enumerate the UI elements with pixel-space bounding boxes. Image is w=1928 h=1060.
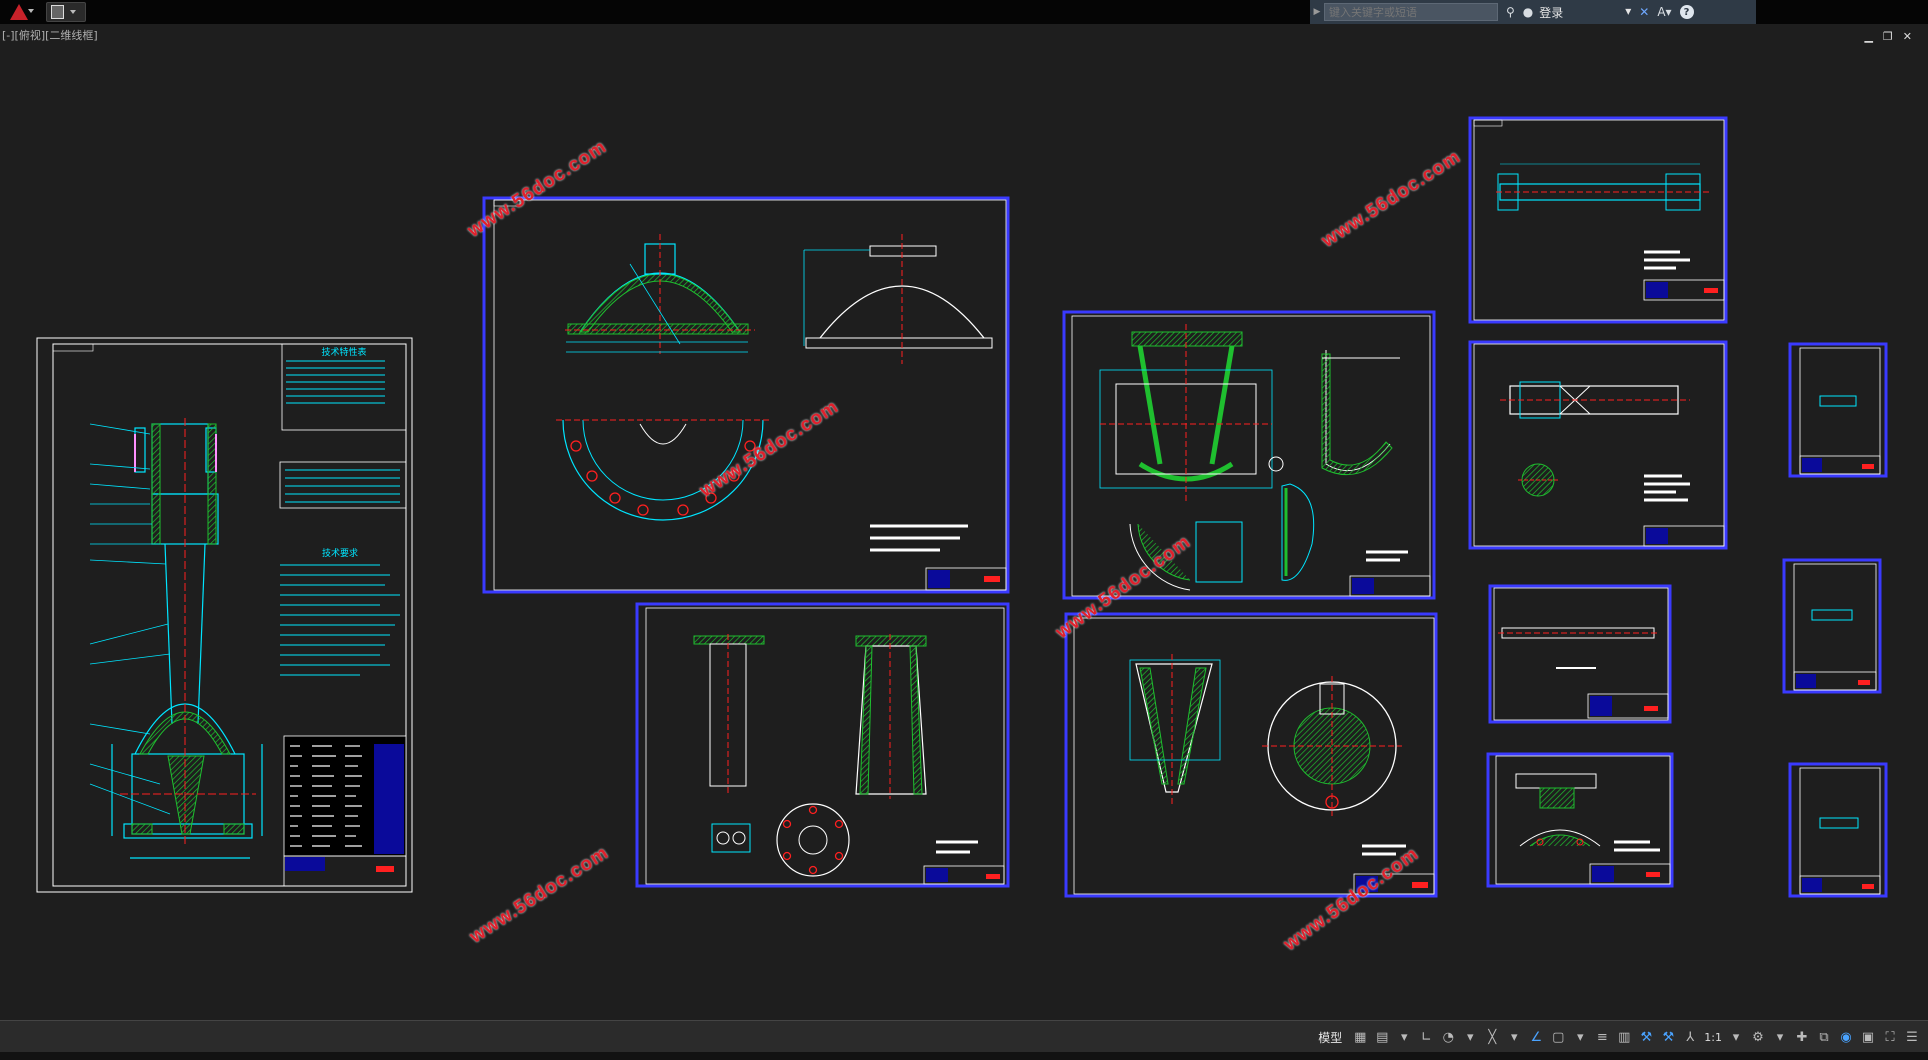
auto-scale-icon[interactable]: ⚒ — [1660, 1029, 1676, 1045]
chevron-down-icon: ▾ — [1625, 3, 1632, 18]
annotation-scale-value[interactable]: 1:1 — [1704, 1031, 1722, 1044]
clean-screen-icon[interactable]: ⛶ — [1882, 1029, 1898, 1045]
quick-access-toolbar[interactable] — [46, 2, 86, 22]
bottom-strip — [0, 1052, 1928, 1060]
sheet-small-1 — [1788, 342, 1888, 478]
annotation-monitor-icon[interactable]: ✚ — [1794, 1029, 1810, 1045]
sheet-shaft — [1468, 116, 1728, 324]
title-bar: ▶ ⚲ ● 登录 ▾ ✕ A▾ ? — [0, 0, 1928, 24]
annotation-visibility-icon[interactable]: ⚒ — [1638, 1029, 1654, 1045]
workspace-gear-icon[interactable]: ⚙ — [1750, 1029, 1766, 1045]
sheet-yoke — [1486, 752, 1674, 888]
login-label: 登录 — [1539, 5, 1564, 20]
drawing-canvas[interactable]: 技术特性表 技术要求 www.56doc.com www.56doc.com w… — [0, 24, 1928, 1020]
expand-arrow-icon[interactable]: ▶ — [1310, 0, 1324, 24]
model-space-button[interactable]: 模型 — [1314, 1029, 1346, 1046]
grid-icon[interactable]: ▦ — [1352, 1029, 1368, 1045]
polar-tracking-icon[interactable]: ◔ — [1440, 1029, 1456, 1045]
annotation-scale-icon[interactable]: ⅄ — [1682, 1029, 1698, 1045]
transparency-icon[interactable]: ▥ — [1616, 1029, 1632, 1045]
sheet-valve-body — [1062, 310, 1436, 600]
sheet-dome-cover — [482, 196, 1010, 594]
chevron-down-icon — [70, 10, 76, 14]
chevron-down-icon[interactable]: ▾ — [1572, 1029, 1588, 1045]
sheet-small-2 — [1782, 558, 1882, 694]
sheet-wedge-gate — [1064, 612, 1438, 898]
application-menu-button[interactable] — [0, 0, 38, 24]
binoculars-icon[interactable]: ⚲ — [1506, 5, 1515, 19]
customization-menu-icon[interactable]: ☰ — [1904, 1029, 1920, 1045]
help-icon[interactable]: ? — [1679, 5, 1694, 19]
app-store-icon[interactable]: A▾ — [1657, 5, 1671, 19]
login-dropdown[interactable]: 登录 ▾ — [1539, 4, 1631, 21]
object-snap-tracking-icon[interactable]: ∠ — [1528, 1029, 1544, 1045]
sheet-rod — [1488, 584, 1672, 724]
drawing-svg: 技术特性表 技术要求 — [36, 116, 1888, 898]
sheet-small-3 — [1788, 762, 1888, 898]
document-icon — [51, 5, 64, 19]
sheet-brackets — [635, 602, 1010, 888]
ortho-icon[interactable]: ∟ — [1418, 1029, 1434, 1045]
chevron-down-icon[interactable]: ▾ — [1506, 1029, 1522, 1045]
search-input[interactable] — [1324, 3, 1498, 21]
object-snap-icon[interactable]: ▢ — [1550, 1029, 1566, 1045]
autocad-logo-icon — [10, 4, 28, 20]
chevron-down-icon[interactable]: ▾ — [1728, 1029, 1744, 1045]
status-bar: 模型 ▦ ▤ ▾ ∟ ◔ ▾ ╳ ▾ ∠ ▢ ▾ ≡ ▥ ⚒ ⚒ ⅄ 1:1 ▾… — [0, 1020, 1928, 1053]
snap-grid-icon[interactable]: ▤ — [1374, 1029, 1390, 1045]
infocenter: ▶ ⚲ ● 登录 ▾ ✕ A▾ ? — [1310, 0, 1756, 24]
technical-requirements-title: 技术要求 — [322, 547, 358, 559]
user-icon: ● — [1522, 5, 1534, 19]
lineweight-icon[interactable]: ≡ — [1594, 1029, 1610, 1045]
sheet-assembly: 技术特性表 技术要求 — [36, 337, 413, 893]
sheet-stem — [1468, 340, 1728, 550]
chevron-down-icon[interactable]: ▾ — [1462, 1029, 1478, 1045]
chevron-down-icon[interactable]: ▾ — [1772, 1029, 1788, 1045]
spec-table-title: 技术特性表 — [321, 346, 366, 358]
hardware-acceleration-icon[interactable]: ▣ — [1860, 1029, 1876, 1045]
isodraft-icon[interactable]: ╳ — [1484, 1029, 1500, 1045]
units-icon[interactable]: ⧉ — [1816, 1029, 1832, 1045]
chevron-down-icon[interactable]: ▾ — [1396, 1029, 1412, 1045]
chevron-down-icon — [28, 9, 34, 13]
exchange-icon[interactable]: ✕ — [1639, 5, 1649, 19]
isolate-objects-icon[interactable]: ◉ — [1838, 1029, 1854, 1045]
